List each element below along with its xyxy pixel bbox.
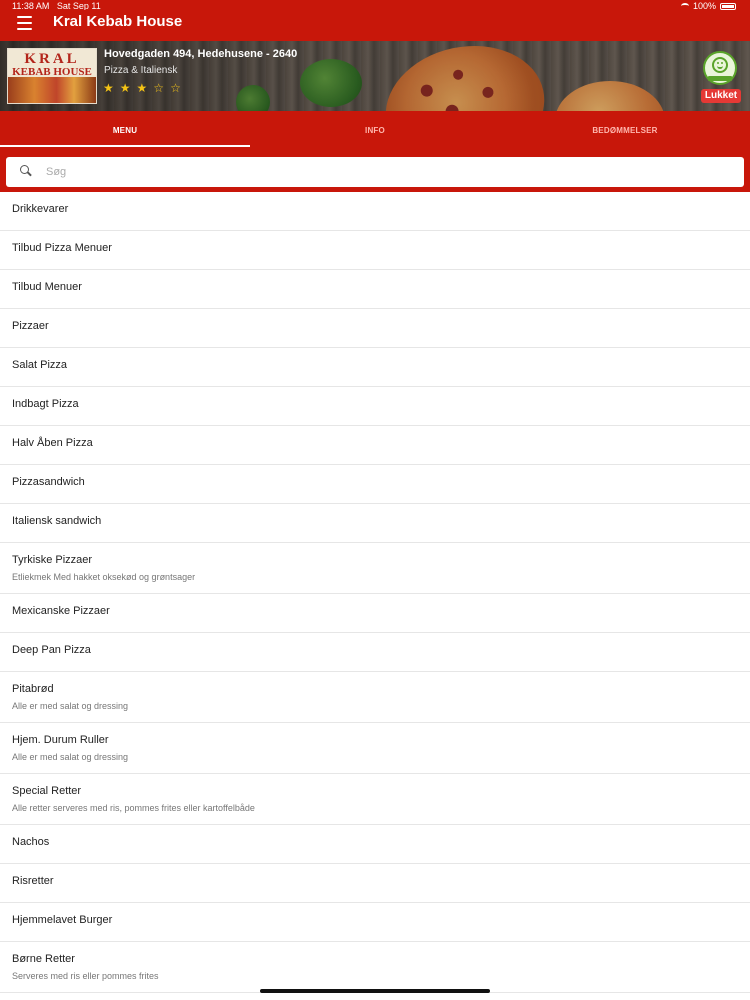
search-box (6, 157, 744, 187)
status-bar: 11:38 AM Sat Sep 11 100% (0, 0, 750, 11)
menu-category-title: Drikkevarer (12, 203, 69, 215)
star-empty-icon: ☆ (170, 81, 181, 95)
menu-category-item[interactable]: Tilbud Menuer (0, 270, 750, 309)
menu-category-title: Tilbud Menuer (12, 281, 82, 293)
menu-category-title: Deep Pan Pizza (12, 644, 91, 656)
menu-category-item[interactable]: Hjem. Durum Ruller Alle er med salat og d… (0, 723, 750, 774)
restaurant-address: Hovedgaden 494, Hedehusene - 2640 (104, 48, 298, 60)
menu-category-item[interactable]: Børne Retter Serveres med ris eller pomme… (0, 942, 750, 993)
app-bar: Kral Kebab House (0, 10, 750, 41)
menu-category-item[interactable]: Indbagt Pizza (0, 387, 750, 426)
menu-category-item[interactable]: Hjemmelavet Burger (0, 903, 750, 942)
menu-category-title: Tyrkiske Pizzaer (12, 554, 93, 566)
tab-menu[interactable]: MENU (0, 111, 250, 148)
restaurant-category: Pizza & Italiensk (104, 65, 178, 76)
menu-category-description: Alle retter serveres med ris, pommes fri… (12, 803, 255, 813)
tab-reviews[interactable]: BEDØMMELSER (500, 111, 750, 148)
menu-category-title: Nachos (12, 836, 50, 848)
menu-category-title: Mexicanske Pizzaer (12, 605, 110, 617)
menu-category-title: Børne Retter (12, 953, 75, 965)
menu-category-item[interactable]: Special Retter Alle retter serveres med r… (0, 774, 750, 825)
menu-category-item[interactable]: Tyrkiske Pizzaer Etliekmek Med hakket oks… (0, 543, 750, 594)
menu-category-title: Salat Pizza (12, 359, 68, 371)
star-filled-icon: ★ (119, 81, 131, 95)
menu-category-title: Hjemmelavet Burger (12, 914, 113, 926)
home-indicator (260, 989, 490, 993)
menu-category-item[interactable]: Nachos (0, 825, 750, 864)
app-title: Kral Kebab House (53, 13, 183, 30)
menu-category-title: Special Retter (12, 785, 82, 797)
menu-category-description: Serveres med ris eller pommes frites (12, 971, 159, 981)
menu-category-item[interactable]: Pizzasandwich (0, 465, 750, 504)
menu-category-title: Tilbud Pizza Menuer (12, 242, 112, 254)
menu-category-description: Alle er med salat og dressing (12, 701, 129, 711)
menu-category-title: Halv Åben Pizza (12, 437, 93, 449)
menu-category-item[interactable]: Mexicanske Pizzaer (0, 594, 750, 633)
menu-category-title: Pitabrød (12, 683, 54, 695)
menu-category-item[interactable]: Italiensk sandwich (0, 504, 750, 543)
menu-category-list: Drikkevarer Tilbud Pizza Menuer Tilbud Men… (0, 192, 750, 993)
menu-category-description: Alle er med salat og dressing (12, 752, 129, 762)
tab-info[interactable]: INFO (250, 111, 500, 148)
menu-category-description: Etliekmek Med hakket oksekød og grøntsag… (12, 572, 196, 582)
search-icon (20, 165, 31, 176)
menu-category-item[interactable]: Salat Pizza (0, 348, 750, 387)
menu-category-item[interactable]: Pizzaer (0, 309, 750, 348)
status-badge: Lukket (701, 89, 741, 103)
restaurant-logo: KRAL KEBAB HOUSE (7, 48, 97, 104)
menu-category-title: Indbagt Pizza (12, 398, 79, 410)
hamburger-menu-icon[interactable] (17, 16, 32, 30)
menu-category-item[interactable]: Halv Åben Pizza (0, 426, 750, 465)
wifi-icon (680, 3, 689, 9)
menu-category-item[interactable]: Tilbud Pizza Menuer (0, 231, 750, 270)
menu-category-title: Risretter (12, 875, 54, 887)
menu-category-title: Hjem. Durum Ruller (12, 734, 109, 746)
search-bar (0, 148, 750, 192)
search-input[interactable] (46, 157, 726, 187)
rating-stars: ★ ★ ★ ☆ ☆ (103, 81, 181, 95)
star-filled-icon: ★ (103, 81, 114, 95)
menu-category-item[interactable]: Deep Pan Pizza (0, 633, 750, 672)
menu-category-item[interactable]: Pitabrød Alle er med salat og dressing (0, 672, 750, 723)
menu-category-title: Italiensk sandwich (12, 515, 102, 527)
menu-category-item[interactable]: Risretter (0, 864, 750, 903)
star-empty-icon: ☆ (153, 81, 165, 95)
menu-category-title: Pizzasandwich (12, 476, 85, 488)
tab-bar: MENU INFO BEDØMMELSER (0, 111, 750, 148)
battery-icon (720, 2, 736, 10)
menu-category-title: Pizzaer (12, 320, 49, 332)
smiley-icon (712, 57, 728, 73)
logo-photo (8, 77, 96, 103)
smiley-inspection-badge[interactable] (703, 51, 737, 85)
star-filled-icon: ★ (136, 81, 148, 95)
menu-category-item[interactable]: Drikkevarer (0, 192, 750, 231)
